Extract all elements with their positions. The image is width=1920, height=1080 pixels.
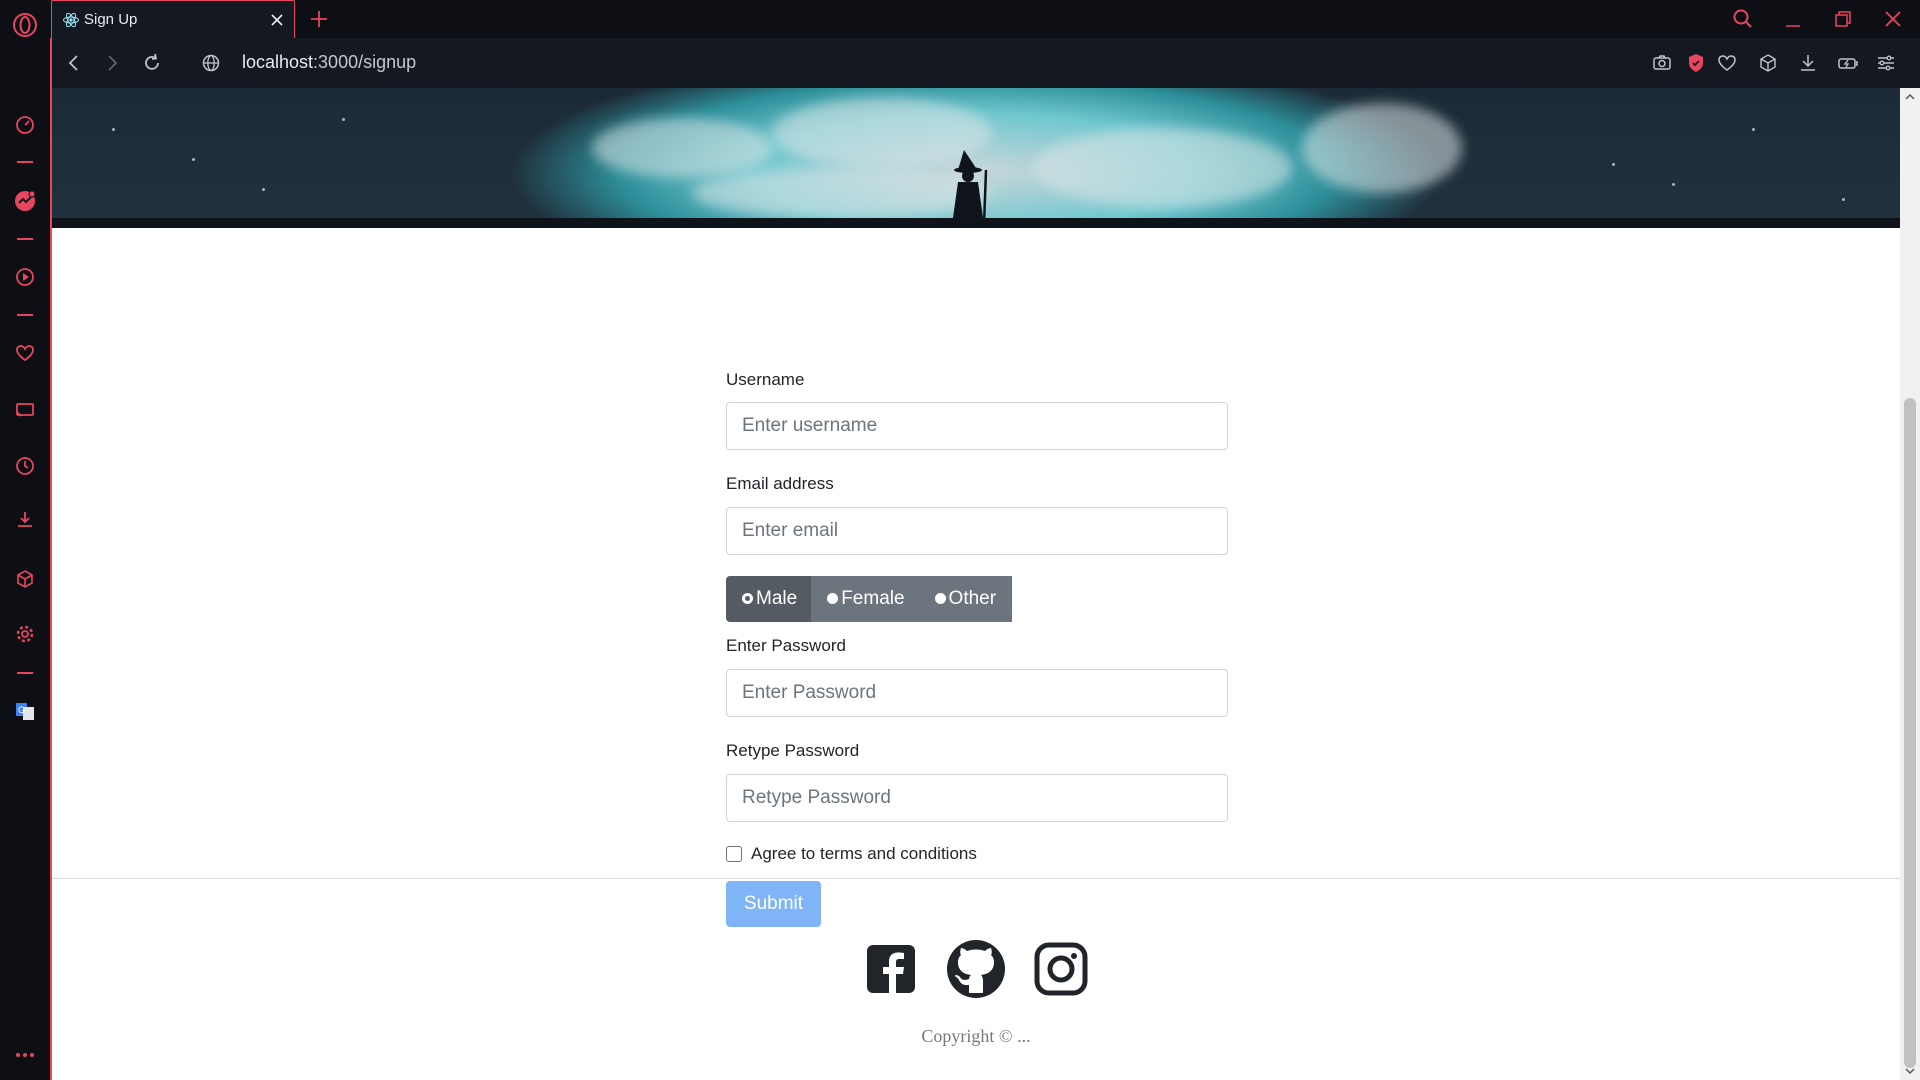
my-flow-icon[interactable]: [12, 397, 38, 423]
terms-label: Agree to terms and conditions: [751, 844, 977, 863]
easy-setup-icon[interactable]: [1874, 51, 1898, 75]
minimize-icon[interactable]: [1780, 6, 1806, 32]
scroll-down-icon[interactable]: [1905, 1066, 1915, 1076]
gender-option-label: Male: [756, 588, 798, 609]
messenger-icon[interactable]: [12, 188, 38, 214]
github-icon[interactable]: [945, 938, 1007, 1000]
sidebar-divider: [17, 161, 33, 163]
back-icon[interactable]: [62, 51, 86, 75]
gender-option-other[interactable]: Other: [918, 576, 1013, 622]
url-host: localhost: [242, 52, 314, 72]
settings-gear-icon[interactable]: [12, 621, 38, 647]
globe-icon: [202, 54, 220, 72]
player-icon[interactable]: [12, 264, 38, 290]
password-input[interactable]: [726, 669, 1228, 717]
sidebar-divider: [17, 672, 33, 674]
heart-icon[interactable]: [12, 340, 38, 366]
history-icon[interactable]: [12, 453, 38, 479]
email-input[interactable]: [726, 507, 1228, 555]
header-banner-image: [52, 88, 1900, 228]
copyright-text: Copyright © ...: [921, 1026, 1031, 1046]
reload-icon[interactable]: [140, 51, 164, 75]
download-icon[interactable]: [12, 507, 38, 533]
opera-logo-icon[interactable]: [10, 10, 40, 40]
snapshot-camera-icon[interactable]: [1650, 51, 1674, 75]
radio-unselected-icon: [934, 592, 946, 604]
forward-icon[interactable]: [100, 51, 124, 75]
address-bar[interactable]: localhost:3000/signup: [242, 52, 416, 73]
username-label: Username: [726, 370, 805, 389]
tab-signup[interactable]: Sign Up: [51, 0, 295, 38]
more-icon[interactable]: [12, 1042, 38, 1068]
gender-option-male[interactable]: Male: [726, 576, 812, 622]
gender-radio-group: Male Female Other: [726, 576, 1026, 622]
radio-selected-icon: [742, 592, 753, 604]
scroll-up-icon[interactable]: [1905, 92, 1915, 102]
adblock-shield-icon[interactable]: [1684, 51, 1708, 75]
tab-strip: Sign Up: [50, 0, 1920, 38]
address-toolbar: localhost:3000/signup: [50, 38, 1920, 88]
gender-option-label: Other: [948, 588, 997, 609]
close-tab-icon[interactable]: [268, 11, 286, 29]
speed-dial-icon[interactable]: [12, 112, 38, 138]
restore-icon[interactable]: [1830, 6, 1856, 32]
extensions-cube-icon[interactable]: [12, 566, 38, 592]
new-tab-plus-icon[interactable]: [308, 8, 330, 30]
sidebar-divider: [17, 238, 33, 240]
page-content: Username Email address Male Female Other…: [52, 88, 1900, 1080]
scroll-thumb[interactable]: [1904, 398, 1916, 1068]
email-label: Email address: [726, 474, 834, 493]
url-path: :3000/signup: [313, 52, 417, 72]
downloads-icon[interactable]: [1796, 51, 1820, 75]
page-scrollbar[interactable]: [1900, 88, 1920, 1080]
svg-text:G: G: [18, 705, 25, 715]
instagram-icon[interactable]: [1030, 938, 1092, 1000]
username-input[interactable]: [726, 402, 1228, 450]
react-favicon-icon: [63, 12, 79, 28]
opera-sidebar: G: [0, 0, 50, 1080]
witch-silhouette: [952, 150, 988, 226]
sidebar-divider: [17, 314, 33, 316]
translate-icon[interactable]: G: [12, 698, 38, 724]
facebook-icon[interactable]: [860, 938, 922, 1000]
search-tabs-icon[interactable]: [1730, 6, 1756, 32]
grass-ground: [52, 218, 1900, 228]
bookmark-heart-icon[interactable]: [1715, 51, 1739, 75]
close-window-icon[interactable]: [1880, 6, 1906, 32]
submit-button[interactable]: Submit: [726, 881, 821, 927]
retype-password-input[interactable]: [726, 774, 1228, 822]
battery-saver-icon[interactable]: [1836, 51, 1860, 75]
terms-checkbox[interactable]: [726, 846, 742, 862]
retype-password-label: Retype Password: [726, 741, 860, 760]
password-label: Enter Password: [726, 636, 846, 655]
extensions-cube-icon[interactable]: [1756, 51, 1780, 75]
gender-option-label: Female: [841, 588, 905, 609]
gender-option-female[interactable]: Female: [811, 576, 919, 622]
radio-unselected-icon: [827, 592, 839, 604]
footer-divider: [52, 878, 1900, 879]
terms-row: Agree to terms and conditions: [726, 844, 977, 864]
tab-title: Sign Up: [84, 11, 138, 28]
